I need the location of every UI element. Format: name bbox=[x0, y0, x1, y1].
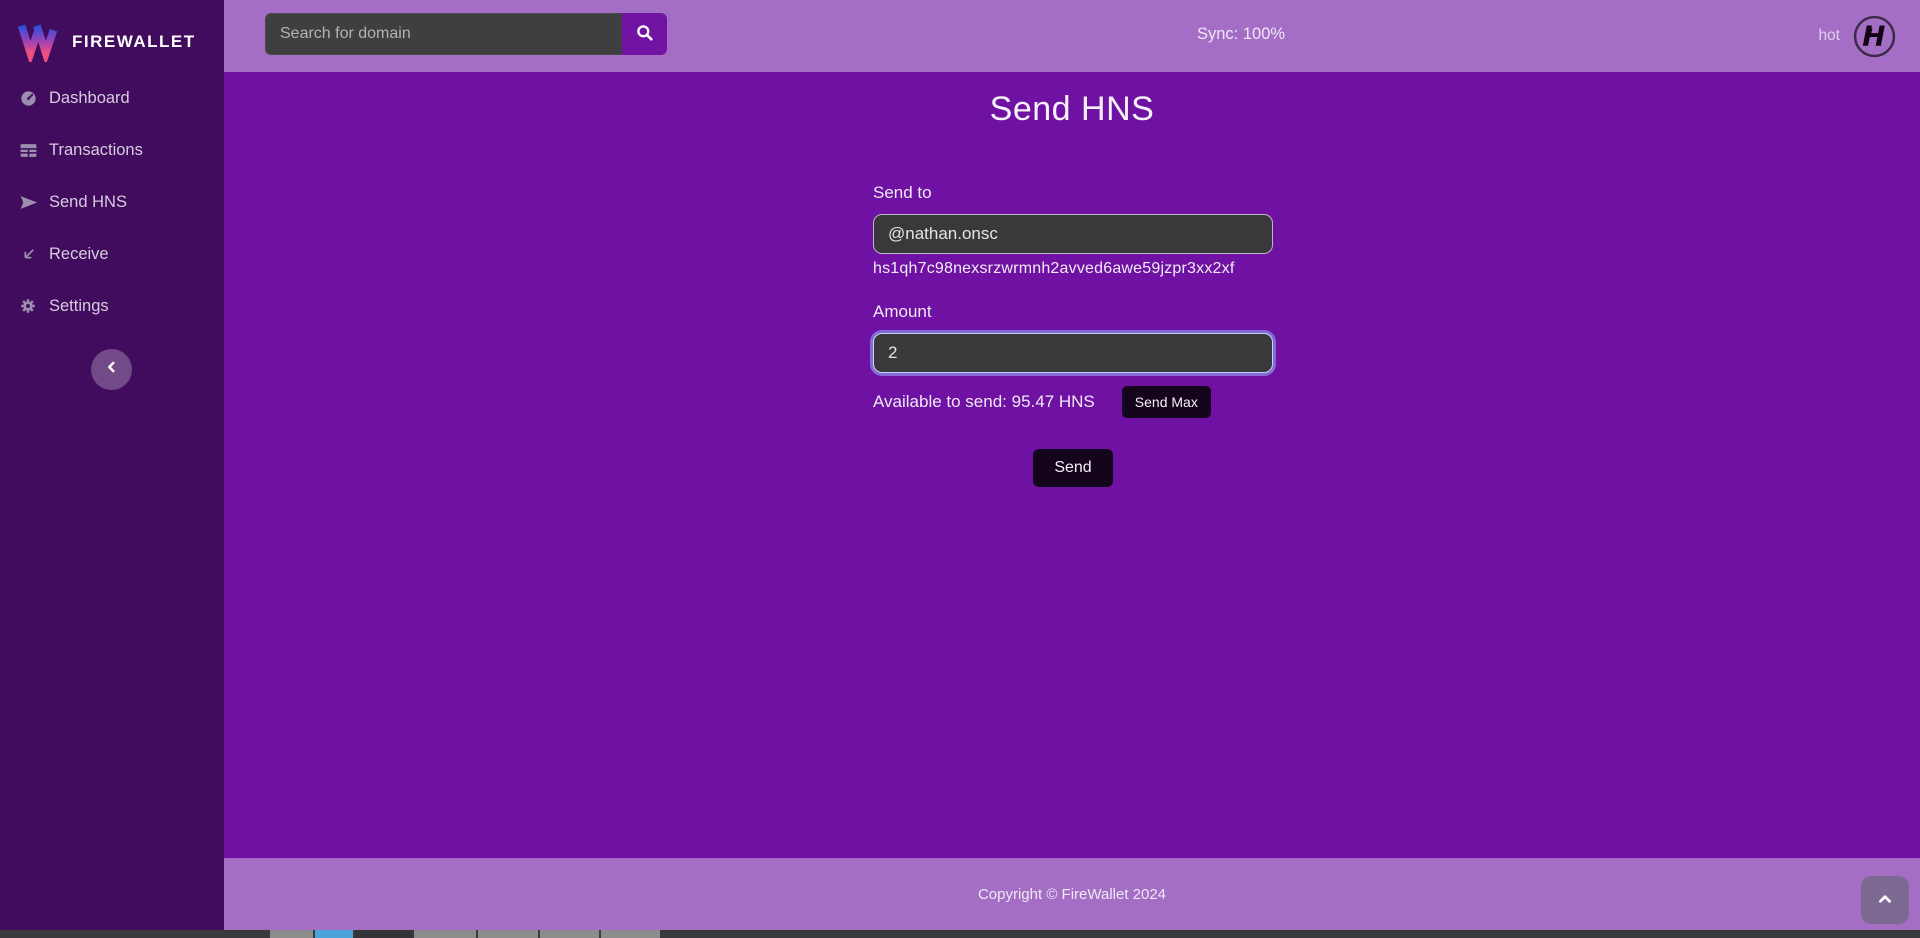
available-balance: Available to send: 95.47 HNS bbox=[873, 392, 1095, 412]
page-title: Send HNS bbox=[224, 90, 1920, 129]
copyright-text: Copyright © FireWallet 2024 bbox=[978, 886, 1166, 903]
amount-input[interactable] bbox=[873, 333, 1273, 373]
chevron-left-icon bbox=[101, 356, 123, 383]
send-to-input[interactable] bbox=[873, 214, 1273, 254]
sidebar-item-label: Dashboard bbox=[49, 89, 130, 108]
footer: Copyright © FireWallet 2024 bbox=[224, 858, 1920, 930]
send-button[interactable]: Send bbox=[1033, 449, 1112, 487]
amount-label: Amount bbox=[873, 302, 1273, 322]
taskbar-segment[interactable] bbox=[478, 930, 538, 938]
wallet-selector[interactable]: hot H bbox=[1818, 0, 1896, 72]
taskbar-segment[interactable] bbox=[270, 930, 313, 938]
app-window: FIREWALLET Dashboard bbox=[0, 0, 1920, 938]
resolved-address: hs1qh7c98nexsrzwrmnh2avved6awe59jzpr3xx2… bbox=[873, 260, 1273, 280]
topbar: Sync: 100% hot H bbox=[224, 0, 1920, 72]
receive-icon bbox=[18, 244, 38, 264]
bottom-taskbar-strip[interactable] bbox=[0, 930, 1920, 938]
domain-search bbox=[265, 13, 667, 55]
brand[interactable]: FIREWALLET bbox=[0, 0, 224, 70]
svg-text:H: H bbox=[1862, 19, 1885, 52]
firewallet-logo-icon bbox=[15, 18, 59, 67]
domain-search-input[interactable] bbox=[265, 13, 622, 55]
sync-status: Sync: 100% bbox=[1197, 25, 1285, 44]
sidebar-nav: Dashboard Transactions bbox=[0, 72, 224, 332]
available-row: Available to send: 95.47 HNS Send Max bbox=[873, 386, 1273, 418]
taskbar-segment[interactable] bbox=[601, 930, 660, 938]
sidebar-item-transactions[interactable]: Transactions bbox=[0, 124, 224, 176]
wallet-name: hot bbox=[1818, 27, 1840, 45]
sidebar-item-label: Receive bbox=[49, 245, 109, 264]
sidebar-item-settings[interactable]: Settings bbox=[0, 280, 224, 332]
scroll-to-top-button[interactable] bbox=[1861, 876, 1909, 924]
handshake-wallet-icon[interactable]: H bbox=[1853, 15, 1896, 58]
sidebar-item-receive[interactable]: Receive bbox=[0, 228, 224, 280]
search-button[interactable] bbox=[622, 13, 667, 55]
taskbar-segment[interactable] bbox=[414, 930, 476, 938]
taskbar-segment[interactable] bbox=[355, 930, 412, 938]
taskbar-segment[interactable] bbox=[540, 930, 599, 938]
settings-icon bbox=[18, 296, 38, 316]
dashboard-icon bbox=[18, 88, 38, 108]
send-to-label: Send to bbox=[873, 183, 1273, 203]
chevron-up-icon bbox=[1874, 888, 1896, 913]
sidebar-collapse-button[interactable] bbox=[91, 349, 132, 390]
send-icon bbox=[18, 192, 38, 212]
send-form: Send to hs1qh7c98nexsrzwrmnh2avved6awe59… bbox=[873, 183, 1273, 487]
sidebar-item-send-hns[interactable]: Send HNS bbox=[0, 176, 224, 228]
send-row: Send bbox=[873, 449, 1273, 487]
sidebar-item-dashboard[interactable]: Dashboard bbox=[0, 72, 224, 124]
send-max-button[interactable]: Send Max bbox=[1122, 386, 1211, 418]
transactions-icon bbox=[18, 140, 38, 160]
sidebar-item-label: Settings bbox=[49, 297, 109, 316]
taskbar-segment[interactable] bbox=[315, 930, 353, 938]
main-content: Send HNS Send to hs1qh7c98nexsrzwrmnh2av… bbox=[224, 72, 1920, 858]
sidebar-item-label: Transactions bbox=[49, 141, 143, 160]
sidebar: FIREWALLET Dashboard bbox=[0, 0, 224, 930]
search-icon bbox=[635, 23, 654, 45]
brand-title: FIREWALLET bbox=[72, 32, 196, 52]
sidebar-item-label: Send HNS bbox=[49, 193, 127, 212]
